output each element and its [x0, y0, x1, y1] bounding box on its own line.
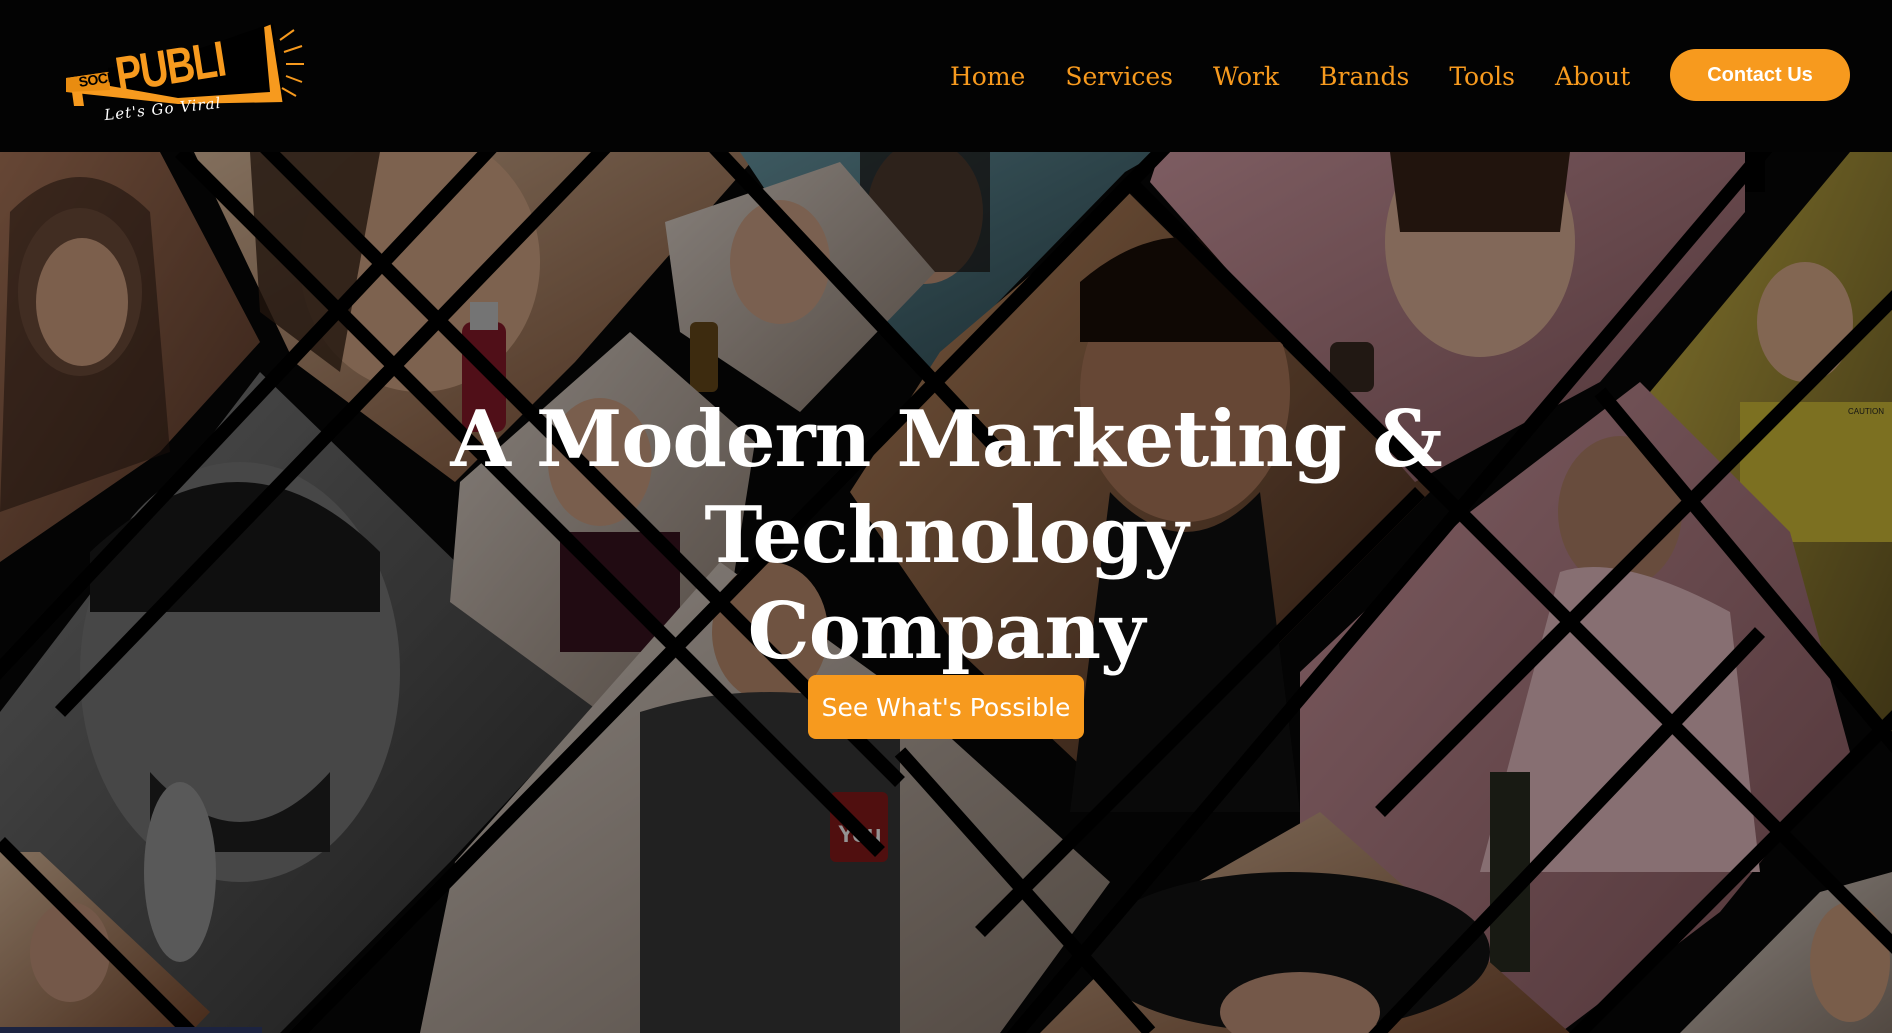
hero-title-line-1: A Modern Marketing & Technology	[450, 394, 1442, 581]
main-nav: Home Services Work Brands Tools About	[950, 54, 1630, 98]
nav-item-work[interactable]: Work	[1213, 62, 1279, 91]
nav-item-about[interactable]: About	[1555, 62, 1630, 91]
socialpubli-logo[interactable]: SOCIAL PUBLI Let's Go Viral	[58, 22, 306, 128]
site-header: SOCIAL PUBLI Let's Go Viral Home Service…	[0, 0, 1892, 152]
nav-item-home[interactable]: Home	[950, 62, 1025, 91]
bottom-edge-strip	[0, 1027, 262, 1033]
nav-item-tools[interactable]: Tools	[1449, 62, 1515, 91]
megaphone-icon	[66, 23, 304, 106]
nav-item-services[interactable]: Services	[1065, 62, 1173, 91]
nav-item-brands[interactable]: Brands	[1319, 62, 1409, 91]
hero-title-line-2: Company	[747, 586, 1146, 677]
hero-title: A Modern Marketing & Technology Company	[196, 392, 1696, 680]
contact-us-button[interactable]: Contact Us	[1670, 49, 1850, 101]
hero-section: CAUTION You A Modern Marketing & Technol…	[0, 152, 1892, 1033]
see-whats-possible-button[interactable]: See What's Possible	[808, 675, 1084, 739]
